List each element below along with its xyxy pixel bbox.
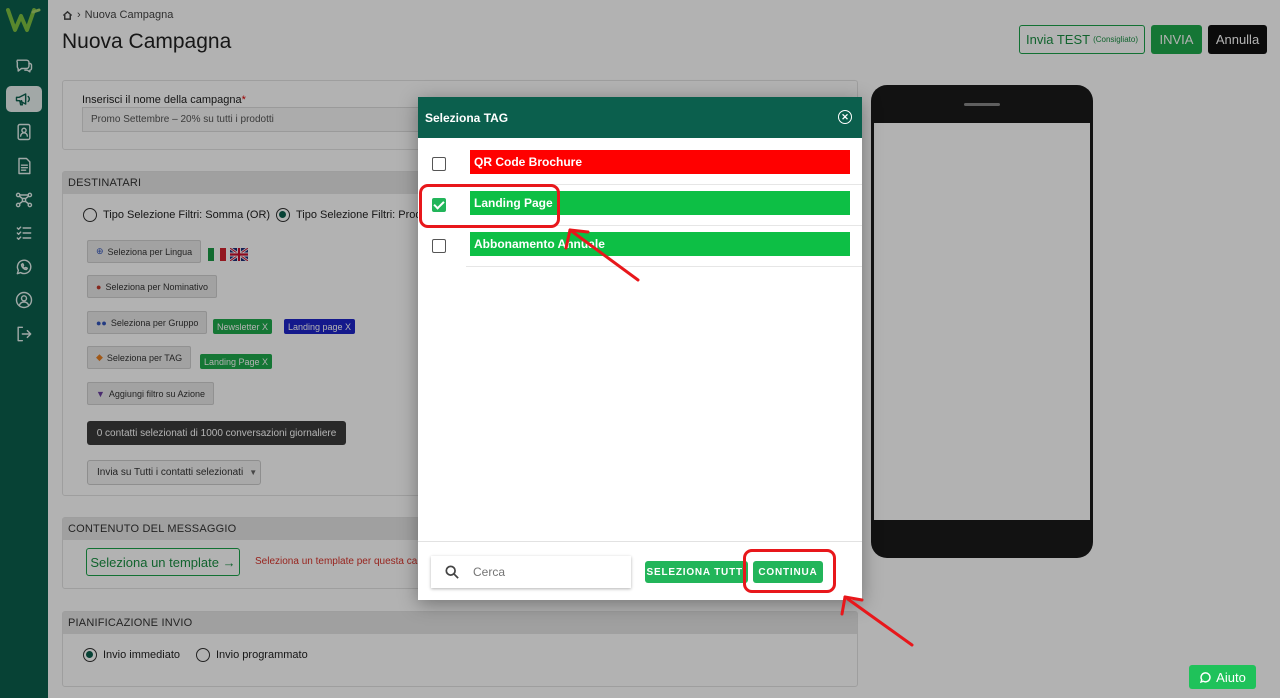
- row-divider: [466, 266, 862, 267]
- help-button[interactable]: Aiuto: [1189, 665, 1256, 689]
- tag-label: Abbonamento Annuale: [470, 232, 850, 256]
- annotation-highlight-continue: [743, 549, 836, 593]
- select-all-button[interactable]: SELEZIONA TUTTI: [645, 561, 748, 583]
- tag-row-abbonamento[interactable]: Abbonamento Annuale: [418, 226, 862, 267]
- tag-row-qr-code[interactable]: QR Code Brochure: [418, 144, 862, 185]
- tag-search-input[interactable]: [473, 565, 613, 579]
- annotation-highlight-landing-page: [419, 184, 560, 228]
- tag-checkbox[interactable]: [432, 239, 446, 253]
- tag-search-box[interactable]: [431, 556, 631, 588]
- search-icon: [445, 565, 459, 579]
- tag-label: QR Code Brochure: [470, 150, 850, 174]
- modal-header: Seleziona TAG ✕: [418, 97, 862, 138]
- close-icon[interactable]: ✕: [838, 110, 852, 124]
- tag-checkbox[interactable]: [432, 157, 446, 171]
- modal-title: Seleziona TAG: [425, 110, 509, 125]
- whatsapp-help-icon: [1200, 671, 1211, 683]
- select-tag-modal: Seleziona TAG ✕ QR Code Brochure Landing…: [418, 97, 862, 600]
